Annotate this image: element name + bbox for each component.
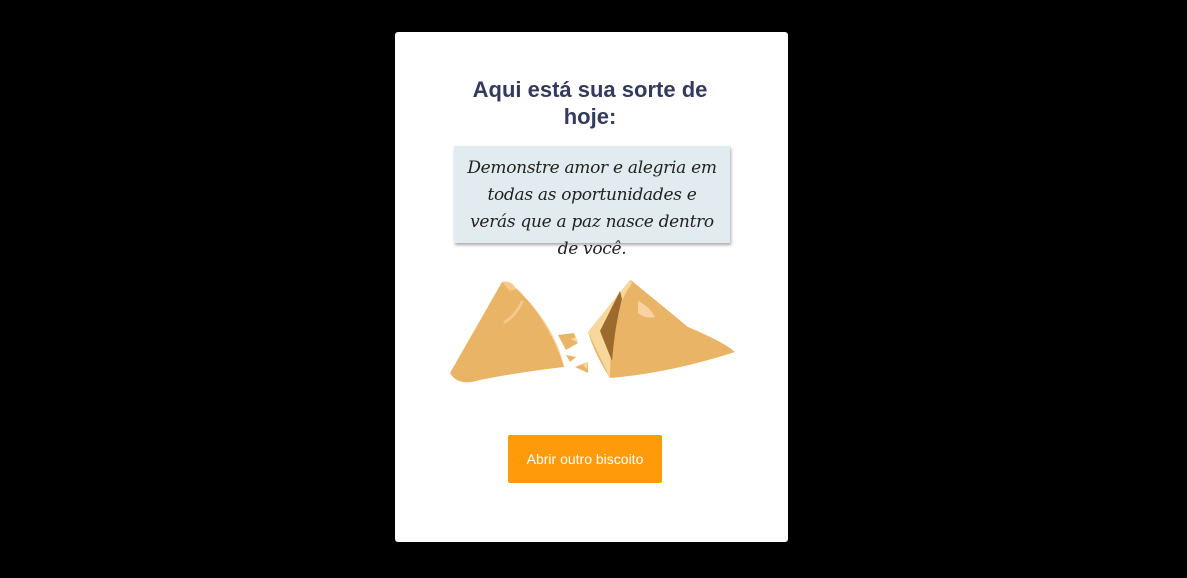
fortune-paper: Demonstre amor e alegria em todas as opo… xyxy=(454,146,730,259)
fortune-card: Aqui está sua sorte de hoje: Demonstre a… xyxy=(395,32,788,542)
page-title: Aqui está sua sorte de hoje: xyxy=(472,77,708,129)
open-another-cookie-button[interactable]: Abrir outro biscoito xyxy=(508,435,662,483)
broken-fortune-cookie-icon xyxy=(450,280,735,383)
